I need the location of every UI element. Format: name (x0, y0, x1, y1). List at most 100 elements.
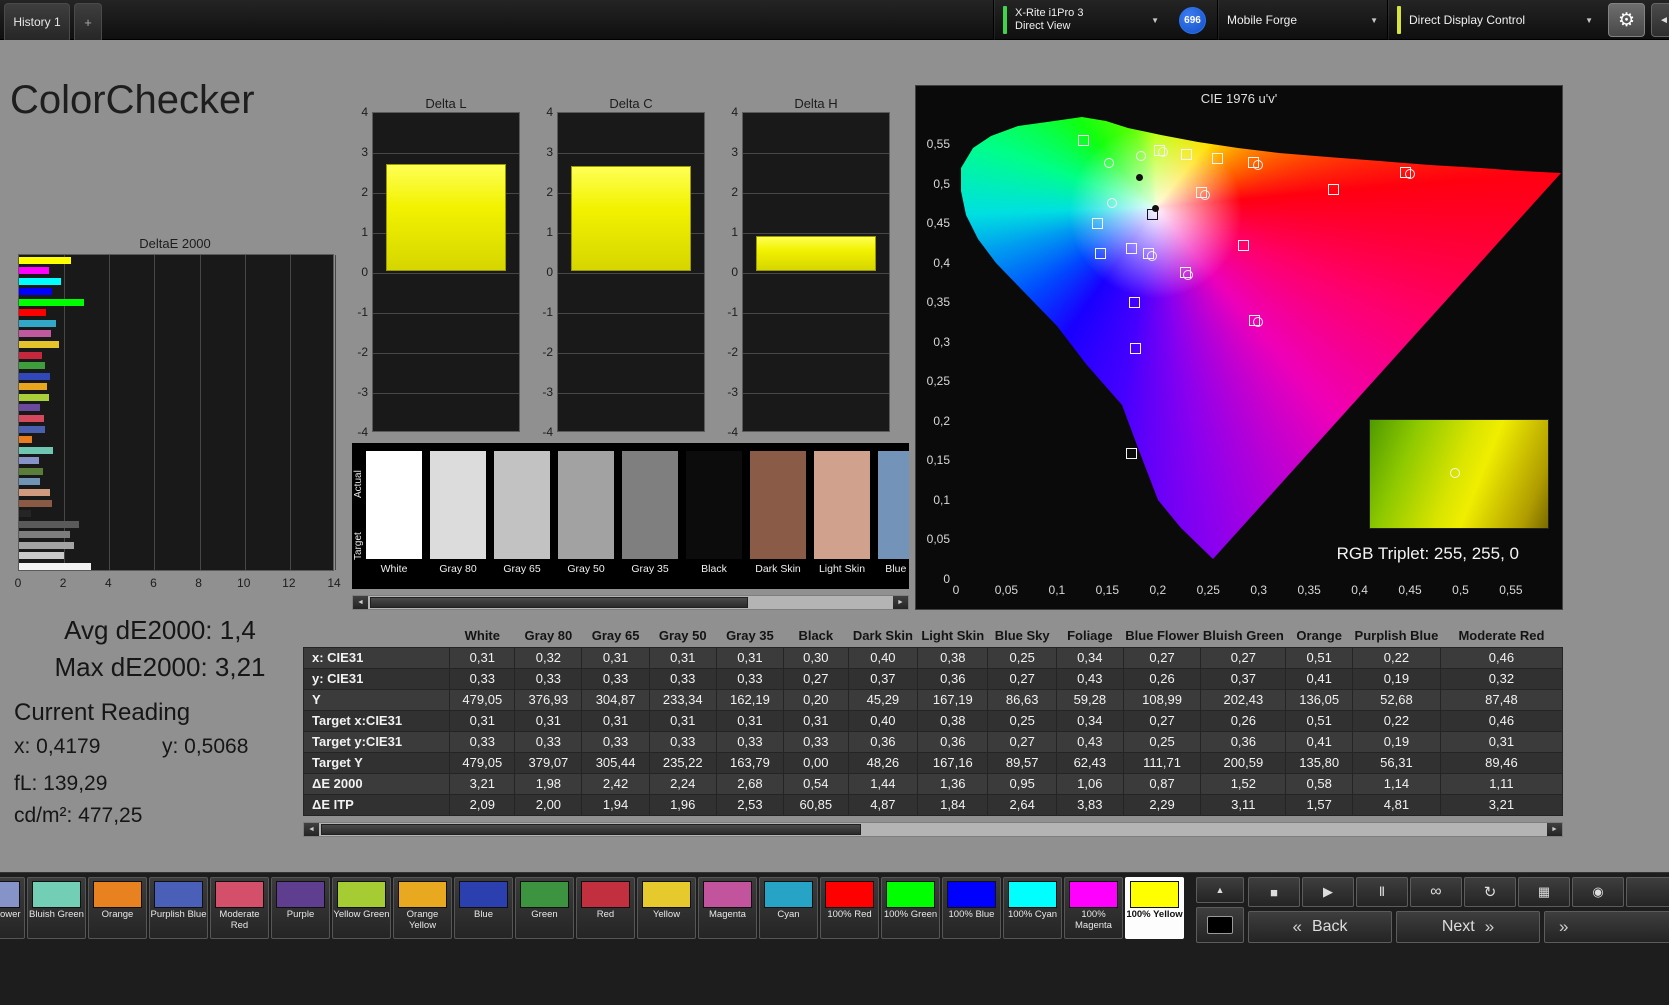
patch-label: Green (531, 909, 558, 920)
table-scrollbar[interactable]: ◄ ► (303, 822, 1563, 837)
patch-button-cyan[interactable]: Cyan (759, 877, 818, 939)
table-row: ΔE 2000 3,21 1,98 2,42 2,24 2,68 0,54 1,44 1,36 0… (303, 772, 1563, 795)
patch-swatch-black[interactable]: Black (686, 451, 742, 575)
source-dropdown[interactable]: Mobile Forge ▼ (1217, 0, 1387, 40)
scrollbar-track[interactable] (368, 596, 893, 609)
scrollbar-thumb[interactable] (370, 597, 748, 608)
pause-icon[interactable]: Ⅱ (1356, 877, 1408, 907)
page-title: ColorChecker (10, 78, 255, 122)
table-cell: 52,68 (1352, 688, 1441, 711)
meter-count-badge[interactable]: 696 (1179, 6, 1206, 34)
blank-screen-button[interactable] (1196, 907, 1244, 943)
delta-h-chart: Delta H 4 3 2 1 0 -1 -2 -3 -4 (720, 96, 892, 442)
patch-button-yellow-green[interactable]: Yellow Green (332, 877, 391, 939)
patch-swatch-light-skin[interactable]: Light Skin (814, 451, 870, 575)
add-tab-button[interactable]: + (74, 3, 102, 40)
table-cell: 0,46 (1439, 646, 1563, 669)
table-cell: 0,33 (514, 730, 583, 753)
next-button[interactable]: Next » (1396, 911, 1540, 943)
table-cell: 48,26 (847, 751, 919, 774)
collapse-panel-icon[interactable]: ◄ (1651, 3, 1669, 37)
refresh-icon[interactable]: ↻ (1464, 877, 1516, 907)
partial-button[interactable] (1626, 877, 1669, 907)
expand-up-icon[interactable]: ▲ (1196, 877, 1244, 903)
patch-button-100-red[interactable]: 100% Red (820, 877, 879, 939)
patch-button-bluish-green[interactable]: Bluish Green (27, 877, 86, 939)
scrollbar-thumb[interactable] (321, 824, 862, 835)
swatch-label: Gray 35 (631, 563, 669, 575)
gridline (558, 313, 704, 314)
table-cell: 0,33 (783, 730, 849, 753)
pattern-grid-icon[interactable]: ▦ (1518, 877, 1570, 907)
patch-button-100-magenta[interactable]: 100% Magenta (1064, 877, 1123, 939)
patch-swatch-dark-skin[interactable]: Dark Skin (750, 451, 806, 575)
patch-swatch-blue-sky[interactable]: Blue Sky (878, 451, 909, 575)
patch-button-green[interactable]: Green (515, 877, 574, 939)
scroll-right-icon[interactable]: ► (893, 596, 908, 609)
gear-icon[interactable]: ⚙ (1608, 3, 1645, 37)
stop-icon[interactable]: ■ (1248, 877, 1300, 907)
patch-button-100-yellow[interactable]: 100% Yellow (1125, 877, 1184, 939)
axis-tick-label: 4 (731, 105, 738, 119)
patch-color (947, 881, 996, 908)
continuous-measure-icon[interactable]: ∞ (1410, 877, 1462, 907)
next-page-partial-button[interactable]: » (1544, 911, 1669, 943)
colorchecker-app: { "topbar": { "tab_label": "History 1", … (0, 0, 1669, 1005)
deltae2000-plot-area (18, 254, 336, 571)
play-icon[interactable]: ▶ (1302, 877, 1354, 907)
display-control-dropdown[interactable]: Direct Display Control ▼ (1387, 0, 1602, 40)
patch-label: Magenta (709, 909, 746, 920)
meter-dropdown[interactable]: X-Rite i1Pro 3 Direct View ▼ (993, 0, 1168, 40)
patch-button-100-green[interactable]: 100% Green (881, 877, 940, 939)
patch-button-100-cyan[interactable]: 100% Cyan (1003, 877, 1062, 939)
back-button[interactable]: « Back (1248, 911, 1392, 943)
patch-swatch-gray-50[interactable]: Gray 50 (558, 451, 614, 575)
table-cell: 0,31 (715, 709, 785, 732)
actual-target-swatch-strip: Actual Target White Gray 80 Gray 65 Gray 50… (352, 443, 909, 589)
actual-axis-label: Actual (353, 470, 364, 498)
column-header: Gray 35 (726, 627, 774, 643)
table-cell: 0,36 (847, 730, 919, 753)
patch-button-magenta[interactable]: Magenta (698, 877, 757, 939)
patch-button-red[interactable]: Red (576, 877, 635, 939)
patch-swatch-gray-35[interactable]: Gray 35 (622, 451, 678, 575)
scroll-left-icon[interactable]: ◄ (304, 823, 319, 836)
table-cell: 202,43 (1200, 688, 1287, 711)
patch-button-yellow[interactable]: Yellow (637, 877, 696, 939)
table-cell: 0,27 (783, 667, 849, 690)
column-header: Moderate Red (1458, 627, 1545, 643)
axis-tick-label: -1 (357, 305, 368, 319)
patch-button-purple[interactable]: Purple (271, 877, 330, 939)
de2000-bar-100-magenta (19, 267, 49, 275)
swatch-strip-scrollbar[interactable]: ◄ ► (352, 595, 909, 610)
patch-swatch-gray-65[interactable]: Gray 65 (494, 451, 550, 575)
scroll-right-icon[interactable]: ► (1547, 823, 1562, 836)
patch-label: Red (596, 909, 615, 920)
patch-button-moderate-red[interactable]: Moderate Red (210, 877, 269, 939)
patch-swatch-white[interactable]: White (366, 451, 422, 575)
tab-history-1[interactable]: History 1 (4, 3, 70, 40)
patch-swatch-gray-80[interactable]: Gray 80 (430, 451, 486, 575)
patch-button-100-blue[interactable]: 100% Blue (942, 877, 1001, 939)
gridline (373, 273, 519, 274)
patch-button-blue-flower[interactable]: Blue Flower (0, 877, 25, 939)
de2000-bar-100-blue (19, 288, 53, 296)
de2000-bar-cyan (19, 319, 56, 327)
target-icon[interactable]: ◉ (1572, 877, 1624, 907)
de2000-bar-light-skin (19, 488, 50, 496)
de2000-bar-100-green (19, 298, 85, 306)
patch-button-orange-yellow[interactable]: Orange Yellow (393, 877, 452, 939)
gridline (743, 233, 889, 234)
scroll-left-icon[interactable]: ◄ (353, 596, 368, 609)
de2000-bar-dark-skin (19, 499, 52, 507)
patch-button-purplish-blue[interactable]: Purplish Blue (149, 877, 208, 939)
scrollbar-track[interactable] (319, 823, 1547, 836)
chart-title: Delta L (425, 96, 467, 111)
table-cell: 0,33 (449, 667, 516, 690)
table-cell: 1,94 (581, 793, 650, 816)
patch-button-blue[interactable]: Blue (454, 877, 513, 939)
patch-label: Yellow (652, 909, 681, 920)
cie-1976-panel: CIE 1976 u'v' RGB Triplet: 255, 255, 0 0… (915, 85, 1563, 610)
table-cell: 0,33 (514, 667, 583, 690)
patch-button-orange[interactable]: Orange (88, 877, 147, 939)
